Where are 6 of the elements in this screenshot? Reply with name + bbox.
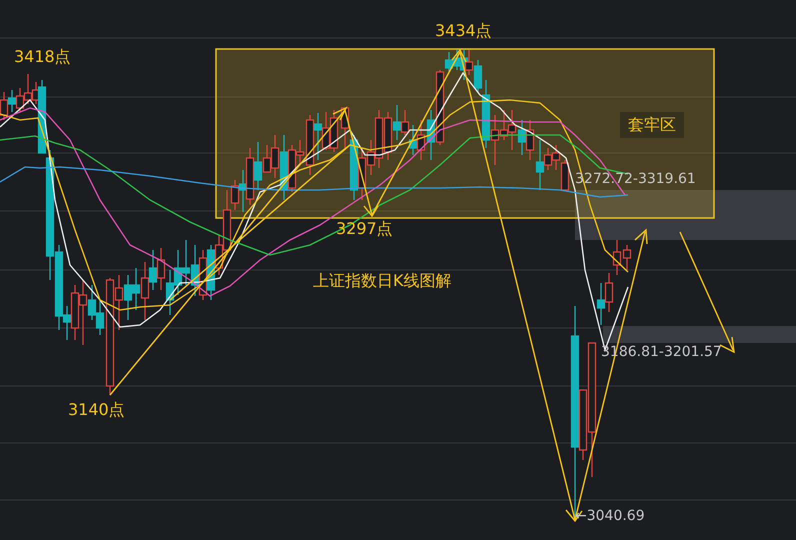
chart-title: 上证指数日K线图解 <box>313 272 452 290</box>
low-label: 3297点 <box>336 220 393 238</box>
peak-label: 3418点 <box>14 48 71 66</box>
peak-label: 3434点 <box>435 22 492 40</box>
low-label: 3140点 <box>68 401 125 419</box>
zone-label: 套牢区 <box>620 112 684 138</box>
